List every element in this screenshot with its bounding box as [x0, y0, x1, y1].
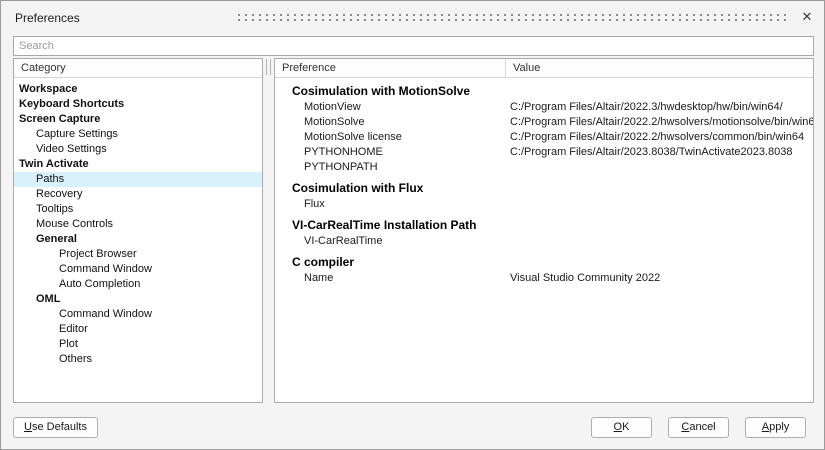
- splitter-grip-icon: [266, 59, 271, 75]
- category-item[interactable]: Command Window: [14, 262, 262, 277]
- drag-handle-icon[interactable]: [238, 14, 788, 21]
- category-item[interactable]: OML: [14, 292, 262, 307]
- preference-value[interactable]: [510, 234, 813, 249]
- preference-row[interactable]: PYTHONHOMEC:/Program Files/Altair/2023.8…: [275, 145, 813, 160]
- search-input[interactable]: [13, 36, 814, 56]
- preference-value[interactable]: [510, 197, 813, 212]
- apply-button[interactable]: Apply: [745, 417, 806, 438]
- preference-row[interactable]: PYTHONPATH: [275, 160, 813, 175]
- value-column-header: Value: [505, 59, 813, 77]
- category-item[interactable]: Capture Settings: [14, 127, 262, 142]
- preference-name: MotionSolve license: [275, 130, 510, 145]
- category-item[interactable]: Others: [14, 352, 262, 367]
- preference-name: VI-CarRealTime: [275, 234, 510, 249]
- preference-row[interactable]: MotionSolve licenseC:/Program Files/Alta…: [275, 130, 813, 145]
- category-item[interactable]: Paths: [14, 172, 262, 187]
- panels-container: Category WorkspaceKeyboard ShortcutsScre…: [13, 58, 814, 403]
- category-header-label: Category: [14, 59, 66, 77]
- preference-row[interactable]: NameVisual Studio Community 2022: [275, 271, 813, 286]
- preference-value[interactable]: C:/Program Files/Altair/2022.2/hwsolvers…: [510, 115, 813, 130]
- category-item[interactable]: Screen Capture: [14, 112, 262, 127]
- preference-name: Flux: [275, 197, 510, 212]
- category-item[interactable]: Recovery: [14, 187, 262, 202]
- category-panel: Category WorkspaceKeyboard ShortcutsScre…: [13, 58, 263, 403]
- category-item[interactable]: Project Browser: [14, 247, 262, 262]
- preference-value[interactable]: C:/Program Files/Altair/2022.2/hwsolvers…: [510, 130, 813, 145]
- panel-splitter[interactable]: [263, 58, 274, 403]
- preference-name: MotionSolve: [275, 115, 510, 130]
- category-tree: WorkspaceKeyboard ShortcutsScreen Captur…: [14, 78, 262, 367]
- preference-column-header: Preference: [275, 59, 505, 77]
- category-item[interactable]: Keyboard Shortcuts: [14, 97, 262, 112]
- category-item[interactable]: Video Settings: [14, 142, 262, 157]
- section-title: VI-CarRealTime Installation Path: [275, 217, 813, 234]
- preference-value[interactable]: C:/Program Files/Altair/2022.3/hwdesktop…: [510, 100, 813, 115]
- ok-button[interactable]: OK: [591, 417, 652, 438]
- category-item[interactable]: Tooltips: [14, 202, 262, 217]
- section-title: Cosimulation with MotionSolve: [275, 83, 813, 100]
- category-item[interactable]: Auto Completion: [14, 277, 262, 292]
- category-item[interactable]: General: [14, 232, 262, 247]
- preferences-dialog: Preferences ✕ Category WorkspaceKeyboard…: [0, 0, 825, 450]
- preference-row[interactable]: VI-CarRealTime: [275, 234, 813, 249]
- preference-name: PYTHONPATH: [275, 160, 510, 175]
- preference-value[interactable]: [510, 160, 813, 175]
- category-item[interactable]: Plot: [14, 337, 262, 352]
- category-item[interactable]: Command Window: [14, 307, 262, 322]
- close-icon[interactable]: ✕: [798, 8, 816, 26]
- preference-row[interactable]: Flux: [275, 197, 813, 212]
- preference-panel-header: Preference Value: [275, 59, 813, 78]
- preference-row[interactable]: MotionViewC:/Program Files/Altair/2022.3…: [275, 100, 813, 115]
- preference-value[interactable]: Visual Studio Community 2022: [510, 271, 813, 286]
- preference-name: PYTHONHOME: [275, 145, 510, 160]
- category-item[interactable]: Twin Activate: [14, 157, 262, 172]
- section-title: C compiler: [275, 254, 813, 271]
- preference-name: Name: [275, 271, 510, 286]
- cancel-button[interactable]: Cancel: [668, 417, 729, 438]
- preference-list: Cosimulation with MotionSolveMotionViewC…: [275, 78, 813, 286]
- section-title: Cosimulation with Flux: [275, 180, 813, 197]
- preference-name: MotionView: [275, 100, 510, 115]
- preference-panel: Preference Value Cosimulation with Motio…: [274, 58, 814, 403]
- dialog-title: Preferences: [15, 11, 80, 25]
- category-item[interactable]: Editor: [14, 322, 262, 337]
- category-item[interactable]: Workspace: [14, 82, 262, 97]
- use-defaults-button[interactable]: Use Defaults: [13, 417, 98, 438]
- titlebar: Preferences ✕: [1, 1, 824, 33]
- preference-value[interactable]: C:/Program Files/Altair/2023.8038/TwinAc…: [510, 145, 813, 160]
- category-panel-header: Category: [14, 59, 262, 78]
- preference-row[interactable]: MotionSolveC:/Program Files/Altair/2022.…: [275, 115, 813, 130]
- category-item[interactable]: Mouse Controls: [14, 217, 262, 232]
